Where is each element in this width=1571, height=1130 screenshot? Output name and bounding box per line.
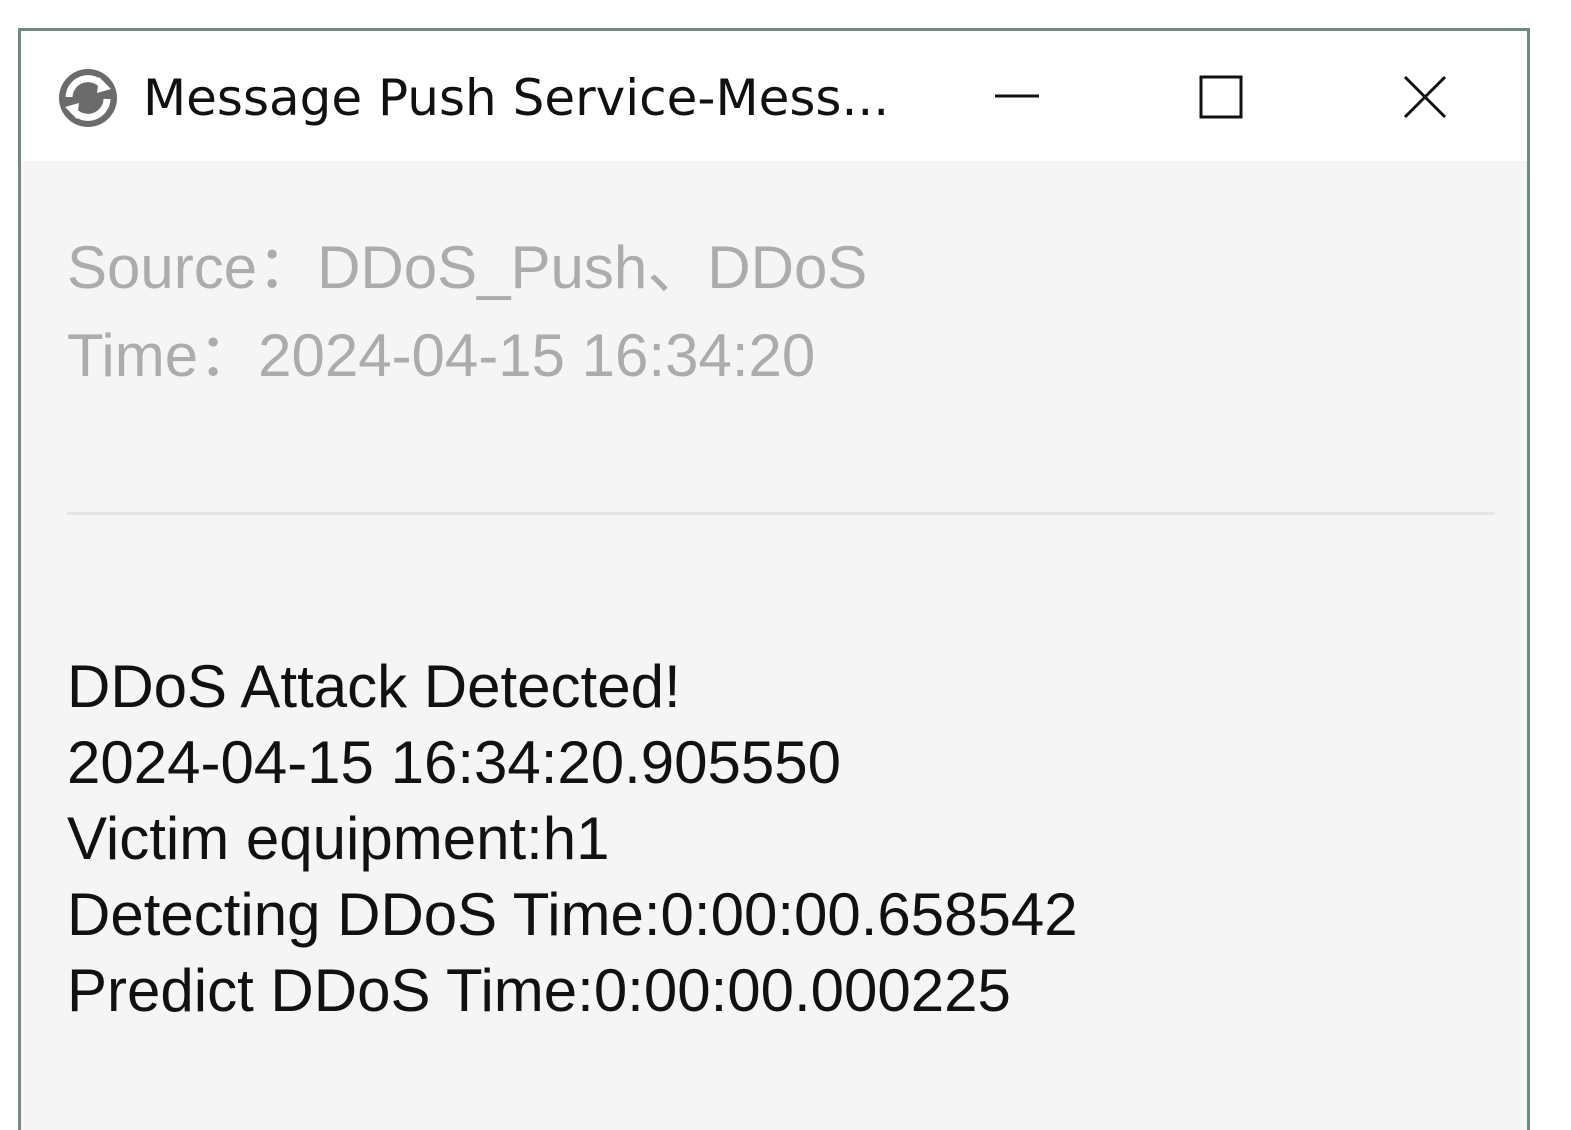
refresh-sync-icon: [57, 67, 119, 129]
minimize-icon: [995, 94, 1039, 98]
close-button[interactable]: [1379, 61, 1469, 137]
notification-window: Message Push Service-Mess... Source：DDoS…: [18, 28, 1530, 1130]
window-title: Message Push Service-Mess...: [143, 69, 890, 127]
title-bar[interactable]: Message Push Service-Mess...: [21, 31, 1527, 161]
message-line-detect-time: Detecting DDoS Time:0:00:00.658542: [67, 881, 1078, 948]
close-icon: [1403, 75, 1447, 119]
minimize-button[interactable]: [971, 61, 1061, 137]
maximize-button[interactable]: [1173, 61, 1263, 137]
message-body: DDoS Attack Detected! 2024-04-15 16:34:2…: [67, 649, 1078, 1029]
message-line-predict-time: Predict DDoS Time:0:00:00.000225: [67, 957, 1011, 1024]
source-label: Source：DDoS_Push、DDoS: [67, 234, 868, 301]
message-line-victim: Victim equipment:h1: [67, 805, 610, 872]
divider: [67, 512, 1495, 515]
maximize-icon: [1199, 75, 1243, 119]
time-label: Time：2024-04-15 16:34:20: [67, 322, 816, 389]
message-line-timestamp: 2024-04-15 16:34:20.905550: [67, 729, 842, 796]
message-line-headline: DDoS Attack Detected!: [67, 653, 681, 720]
